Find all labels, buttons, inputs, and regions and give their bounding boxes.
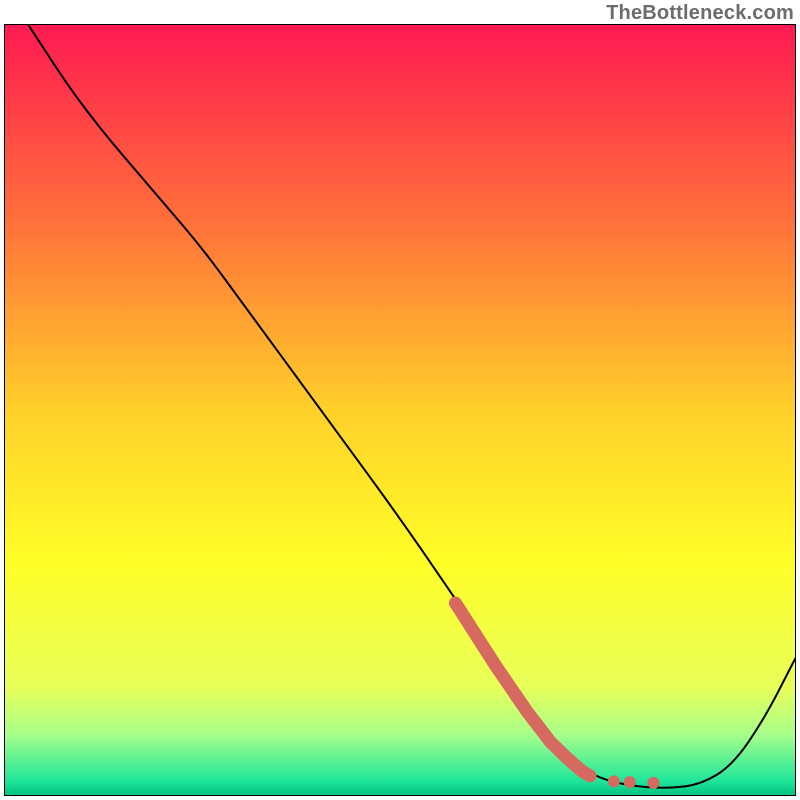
optimal-zone-dot [647, 777, 659, 789]
optimal-zone-dot [624, 776, 636, 788]
optimal-zone-dot [608, 775, 620, 787]
watermark-text: TheBottleneck.com [606, 2, 794, 25]
bottleneck-chart [4, 24, 796, 796]
chart-container [4, 24, 796, 796]
gradient-background [4, 24, 796, 796]
